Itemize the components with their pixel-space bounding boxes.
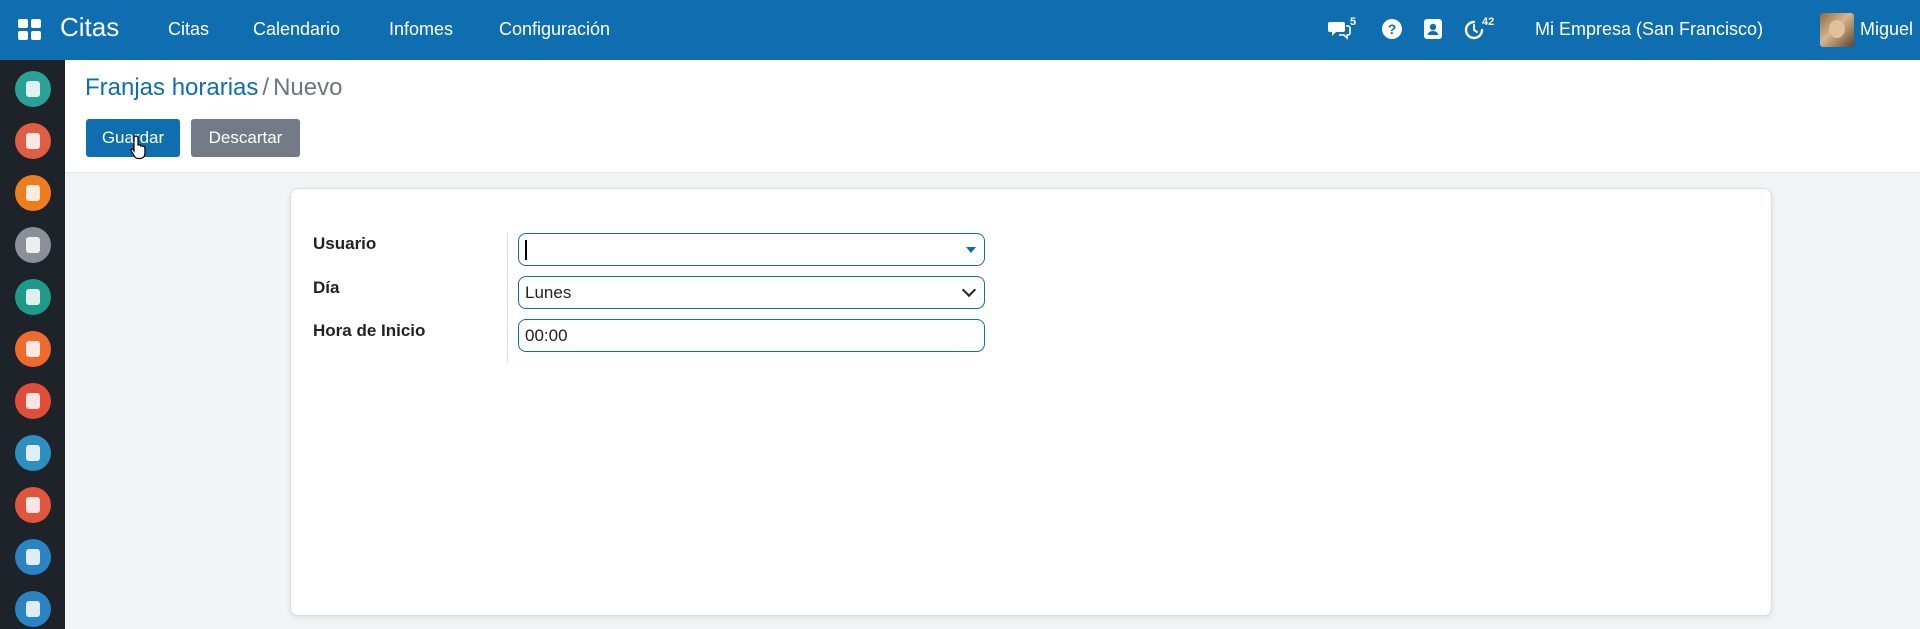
discard-button[interactable]: Descartar bbox=[191, 119, 300, 157]
breadcrumb: Franjas horarias / Nuevo bbox=[85, 74, 342, 102]
employees-glyph-icon bbox=[26, 289, 40, 305]
accounting-glyph-icon bbox=[26, 601, 40, 617]
day-label: Día bbox=[313, 278, 340, 297]
discuss-glyph-icon bbox=[26, 81, 40, 97]
point-of-sale-icon[interactable] bbox=[15, 539, 51, 575]
dashboard-glyph-icon bbox=[26, 445, 40, 461]
control-panel: Franjas horarias / Nuevo Guardar Descartar bbox=[65, 60, 1920, 173]
messages-icon[interactable] bbox=[1327, 17, 1351, 41]
contacts-glyph-icon bbox=[26, 237, 40, 253]
chevron-down-icon bbox=[961, 282, 977, 298]
notes-icon[interactable] bbox=[15, 175, 51, 211]
start-time-field[interactable]: 00:00 bbox=[518, 319, 985, 352]
messages-badge: 5 bbox=[1350, 16, 1357, 28]
apps-sidebar bbox=[0, 60, 65, 629]
accounting-icon[interactable] bbox=[15, 591, 51, 627]
menu-item-calendario[interactable]: Calendario bbox=[253, 19, 340, 40]
day-select-value: Lunes bbox=[525, 283, 572, 302]
apps-menu-icon[interactable] bbox=[18, 19, 42, 41]
breadcrumb-separator: / bbox=[262, 74, 270, 101]
notes-glyph-icon bbox=[26, 185, 40, 201]
dropdown-arrow-icon[interactable] bbox=[966, 247, 976, 253]
crm-icon[interactable] bbox=[15, 331, 51, 367]
dashboard-icon[interactable] bbox=[15, 435, 51, 471]
help-icon[interactable]: ? bbox=[1380, 17, 1404, 41]
sales-glyph-icon bbox=[26, 393, 40, 409]
menu-item-configuracion[interactable]: Configuración bbox=[499, 19, 610, 40]
app-title[interactable]: Citas bbox=[60, 12, 119, 43]
calendar-glyph-icon bbox=[26, 133, 40, 149]
calendar-icon[interactable] bbox=[15, 123, 51, 159]
svg-text:?: ? bbox=[1388, 21, 1397, 37]
breadcrumb-parent-link[interactable]: Franjas horarias bbox=[85, 74, 258, 101]
text-caret bbox=[525, 240, 527, 260]
point-of-sale-glyph-icon bbox=[26, 549, 40, 565]
day-select[interactable]: Lunes bbox=[518, 276, 985, 309]
user-menu[interactable]: Miguel bbox=[1860, 19, 1913, 40]
label-divider bbox=[507, 233, 508, 363]
crm-glyph-icon bbox=[26, 341, 40, 357]
menu-item-infomes[interactable]: Infomes bbox=[389, 19, 453, 40]
sales-icon[interactable] bbox=[15, 383, 51, 419]
user-avatar[interactable] bbox=[1820, 13, 1854, 47]
start-time-value: 00:00 bbox=[525, 326, 568, 345]
hand-pointer-cursor-icon bbox=[130, 134, 148, 160]
company-switcher[interactable]: Mi Empresa (San Francisco) bbox=[1535, 19, 1763, 40]
meeting-icon[interactable] bbox=[15, 487, 51, 523]
start-time-label: Hora de Inicio bbox=[313, 321, 426, 340]
user-field[interactable] bbox=[518, 233, 985, 266]
breadcrumb-current: Nuevo bbox=[273, 74, 343, 101]
meeting-glyph-icon bbox=[26, 497, 40, 513]
user-label: Usuario bbox=[313, 234, 377, 253]
form-sheet: Usuario Día Hora de Inicio Lunes 00:00 bbox=[290, 188, 1772, 616]
employees-icon[interactable] bbox=[15, 279, 51, 315]
contacts-book-icon[interactable] bbox=[1421, 17, 1445, 41]
top-navbar: Citas Citas Calendario Infomes Configura… bbox=[0, 0, 1920, 60]
contacts-icon[interactable] bbox=[15, 227, 51, 263]
activities-badge: 42 bbox=[1482, 16, 1495, 28]
discuss-icon[interactable] bbox=[15, 71, 51, 107]
menu-item-citas[interactable]: Citas bbox=[168, 19, 209, 40]
